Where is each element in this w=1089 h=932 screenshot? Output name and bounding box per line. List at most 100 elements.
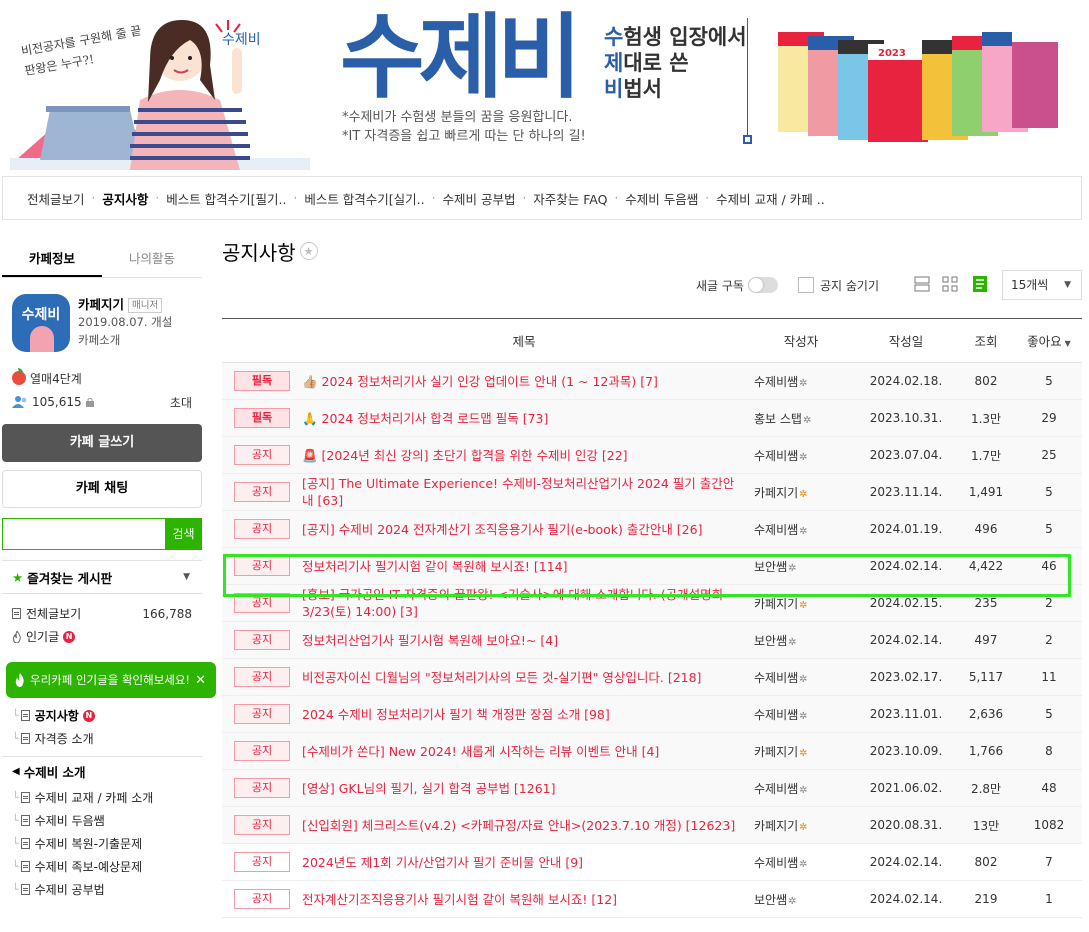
post-title-link[interactable]: 2024 수제비 정보처리기사 필기 책 개정판 장점 소개 [98] <box>302 706 746 723</box>
post-title-link[interactable]: [신입회원] 체크리스트(v4.2) <카페규정/자료 안내>(2023.7.1… <box>302 817 746 834</box>
cafe-write-button[interactable]: 카페 글쓰기 <box>2 424 202 462</box>
post-author[interactable]: 수제비쌤✲ <box>746 695 856 733</box>
notice-tag: 필독 <box>234 371 290 391</box>
post-title-link[interactable]: 비전공자이신 디월님의 "정보처리기사의 모든 것-실기편" 영상입니다. [2… <box>302 669 746 686</box>
hide-notice-label[interactable]: 공지 숨기기 <box>820 277 879 294</box>
sidebar-item-expected-exam[interactable]: └ 수제비 족보-예상문제 <box>2 855 202 878</box>
nav-study-method[interactable]: 수제비 공부법 <box>442 189 515 208</box>
cafe-banner[interactable]: 수제비 비전공자를 구원해 줄 끝판왕은 누구?! 수제비 수험생 입장에서 제… <box>0 0 1089 172</box>
favorite-star-icon[interactable]: ★ <box>299 242 318 260</box>
nav-books-intro[interactable]: 수제비 교재 / 카페 .. <box>716 189 825 208</box>
sidebar-item-restore-exam[interactable]: └ 수제비 복원-기출문제 <box>2 832 202 855</box>
member-count: 105,615 초대 <box>2 390 202 414</box>
post-title-link[interactable]: 🚨 [2024년 최신 강의] 초단기 합격을 위한 수제비 인강 [22] <box>302 447 746 464</box>
hide-notice-checkbox[interactable] <box>798 277 814 293</box>
nav-all-posts[interactable]: 전체글보기 <box>27 189 85 208</box>
subscribe-toggle[interactable] <box>748 277 778 293</box>
table-row[interactable]: 공지 [홍보] 국가공인 IT 자격증의 끝판왕! <기술사>에 대해 소개합니… <box>222 584 1082 622</box>
cafe-intro-link[interactable]: 카페소개 <box>78 332 120 348</box>
sidebar-item-books-intro[interactable]: └ 수제비 교재 / 카페 소개 <box>2 786 202 809</box>
post-author[interactable]: 수제비쌤✲ <box>746 769 856 807</box>
post-likes: 2 <box>1016 621 1082 659</box>
table-row[interactable]: 필독 👍🏼 2024 정보처리기사 실기 인강 업데이트 안내 (1 ~ 12과… <box>222 362 1082 400</box>
post-title-link[interactable]: 정보처리산업기사 필기시험 복원해 보아요!~ [4] <box>302 632 746 649</box>
table-row[interactable]: 공지 [공지] 수제비 2024 전자계산기 조직응용기사 필기(e-book)… <box>222 510 1082 548</box>
post-author[interactable]: 카페지기✲ <box>746 473 856 511</box>
chevron-down-icon: ▼ <box>1064 339 1071 348</box>
grid-view-icon[interactable] <box>942 276 958 292</box>
table-row[interactable]: 공지 [영상] GKL님의 필기, 실기 합격 공부법 [1261] 수제비쌤✲… <box>222 769 1082 807</box>
star-icon: ★ <box>12 569 24 585</box>
per-page-select[interactable]: 15개씩 ▼ <box>1002 270 1082 300</box>
sidebar-item-popular[interactable]: 인기글 N <box>2 625 202 648</box>
list-view-icon[interactable] <box>914 276 930 292</box>
invite-link[interactable]: 초대 <box>170 394 192 411</box>
post-author[interactable]: 보안쌤✲ <box>746 547 856 585</box>
gear-icon: ✲ <box>788 562 797 574</box>
table-row[interactable]: 공지 [신입회원] 체크리스트(v4.2) <카페규정/자료 안내>(2023.… <box>222 806 1082 844</box>
post-author[interactable]: 수제비쌤✲ <box>746 658 856 696</box>
table-row[interactable]: 공지 2024년도 제1회 기사/산업기사 필기 준비물 안내 [9] 수제비쌤… <box>222 843 1082 881</box>
post-title-link[interactable]: [영상] GKL님의 필기, 실기 합격 공부법 [1261] <box>302 780 746 797</box>
post-views: 2.8만 <box>956 769 1016 807</box>
search-button[interactable]: 검색 <box>165 518 202 550</box>
nav-best-written[interactable]: 베스트 합격수기[필기.. <box>166 189 286 208</box>
post-author[interactable]: 수제비쌤✲ <box>746 362 856 400</box>
post-author[interactable]: 카페지기✲ <box>746 732 856 770</box>
section-header-sujebi-intro[interactable]: ◀ 수제비 소개 <box>2 756 202 786</box>
nav-best-practical[interactable]: 베스트 합격수기[실기.. <box>304 189 424 208</box>
table-row[interactable]: 필독 🙏 2024 정보처리기사 합격 로드맵 필독 [73] 홍보 스탭✲ 2… <box>222 399 1082 437</box>
post-title-link[interactable]: [공지] The Ultimate Experience! 수제비-정보처리산업… <box>302 475 746 509</box>
post-title-link[interactable]: 전자계산기조직응용기사 필기시험 같이 복원해 보시죠! [12] <box>302 891 746 908</box>
cafe-search-input[interactable] <box>2 518 165 550</box>
table-row[interactable]: 공지 비전공자이신 디월님의 "정보처리기사의 모든 것-실기편" 영상입니다.… <box>222 658 1082 696</box>
post-title-link[interactable]: [수제비가 쏜다] New 2024! 새롭게 시작하는 리뷰 이벤트 안내 [… <box>302 743 746 760</box>
post-date: 2023.10.31. <box>856 399 956 437</box>
post-title-link[interactable]: 👍🏼 2024 정보처리기사 실기 인강 업데이트 안내 (1 ~ 12과목) … <box>302 373 746 390</box>
sidebar-item-notice[interactable]: └ 공지사항 N <box>2 704 202 727</box>
sidebar-item-cert-intro[interactable]: └ 자격증 소개 <box>2 727 202 750</box>
post-author[interactable]: 보안쌤✲ <box>746 880 856 918</box>
table-row[interactable]: 공지 2024 수제비 정보처리기사 필기 책 개정판 장점 소개 [98] 수… <box>222 695 1082 733</box>
post-views: 235 <box>956 584 1016 622</box>
sidebar-item-study-method[interactable]: └ 수제비 공부법 <box>2 878 202 901</box>
cafe-chat-button[interactable]: 카페 채팅 <box>2 470 202 508</box>
all-posts-count: 166,788 <box>142 606 192 621</box>
cafe-level[interactable]: 열매4단계 <box>2 366 202 390</box>
manager-name[interactable]: 카페지기 매니저 <box>78 294 163 313</box>
post-author[interactable]: 수제비쌤✲ <box>746 436 856 474</box>
tree-branch-icon: └ <box>12 709 19 722</box>
nav-notice[interactable]: 공지사항 <box>102 189 148 208</box>
post-title-link[interactable]: [홍보] 국가공인 IT 자격증의 끝판왕! <기술사>에 대해 소개합니다. … <box>302 586 746 620</box>
table-row[interactable]: 공지 [공지] The Ultimate Experience! 수제비-정보처… <box>222 473 1082 511</box>
post-author[interactable]: 수제비쌤✲ <box>746 843 856 881</box>
cafe-logo[interactable]: 수제비 <box>12 294 70 352</box>
post-title-link[interactable]: 2024년도 제1회 기사/산업기사 필기 준비물 안내 [9] <box>302 854 746 871</box>
tab-my-activity[interactable]: 나의활동 <box>102 240 202 277</box>
table-row[interactable]: 공지 전자계산기조직응용기사 필기시험 같이 복원해 보시죠! [12] 보안쌤… <box>222 880 1082 918</box>
post-title-link[interactable]: [공지] 수제비 2024 전자계산기 조직응용기사 필기(e-book) 출간… <box>302 521 746 538</box>
post-title-link[interactable]: 🙏 2024 정보처리기사 합격 로드맵 필독 [73] <box>302 410 746 427</box>
tab-cafe-info[interactable]: 카페정보 <box>2 240 102 277</box>
sidebar-item-dueum[interactable]: └ 수제비 두음쌤 <box>2 809 202 832</box>
nav-faq[interactable]: 자주찾는 FAQ <box>533 189 607 208</box>
table-row[interactable]: 공지 정보처리산업기사 필기시험 복원해 보아요!~ [4] 보안쌤✲ 2024… <box>222 621 1082 659</box>
post-author[interactable]: 카페지기✲ <box>746 806 856 844</box>
post-author[interactable]: 수제비쌤✲ <box>746 510 856 548</box>
close-icon[interactable]: ✕ <box>195 673 206 688</box>
table-row[interactable]: 공지 🚨 [2024년 최신 강의] 초단기 합격을 위한 수제비 인강 [22… <box>222 436 1082 474</box>
post-author[interactable]: 카페지기✲ <box>746 584 856 622</box>
col-likes[interactable]: 좋아요 ▼ <box>1016 318 1082 363</box>
favorite-boards-header[interactable]: ★ 즐겨찾는 게시판 ▼ <box>2 560 202 594</box>
post-title-link[interactable]: 정보처리기사 필기시험 같이 복원해 보시죠! [114] <box>302 558 746 575</box>
post-author[interactable]: 보안쌤✲ <box>746 621 856 659</box>
banner-illustration: 수제비 <box>10 20 310 170</box>
table-row[interactable]: 공지 정보처리기사 필기시험 같이 복원해 보시죠! [114] 보안쌤✲ 20… <box>222 547 1082 585</box>
post-author[interactable]: 홍보 스탭✲ <box>746 399 856 437</box>
table-row[interactable]: 공지 [수제비가 쏜다] New 2024! 새롭게 시작하는 리뷰 이벤트 안… <box>222 732 1082 770</box>
popular-posts-tooltip[interactable]: 우리카페 인기글을 확인해보세요! ✕ <box>6 662 216 698</box>
nav-dueum[interactable]: 수제비 두음쌤 <box>625 189 698 208</box>
post-views: 1,491 <box>956 473 1016 511</box>
sidebar-item-all-posts[interactable]: 전체글보기 166,788 <box>2 602 202 625</box>
text-list-view-icon[interactable] <box>972 276 988 292</box>
